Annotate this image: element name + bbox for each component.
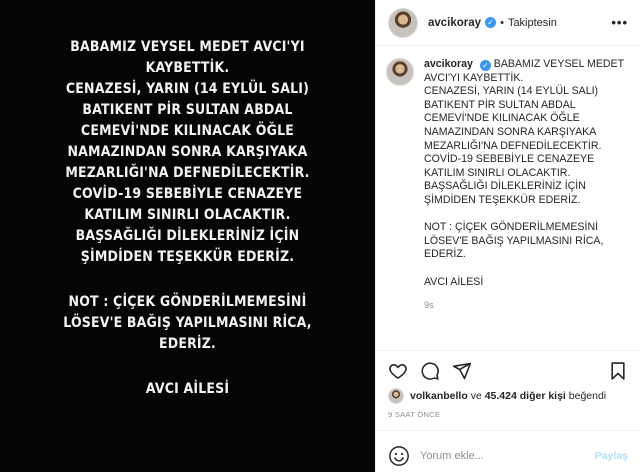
image-text-line: EDERİZ. bbox=[158, 335, 216, 352]
share-icon[interactable] bbox=[452, 361, 472, 381]
image-text-line: CEMEVİ'NDE KILINACAK ÖĞLE bbox=[80, 122, 295, 139]
caption-lines: AVCI'YI KAYBETTİK. CENAZESİ, YARIN (14 EY… bbox=[424, 72, 630, 290]
comment-input[interactable] bbox=[420, 450, 595, 462]
comment-icon[interactable] bbox=[420, 361, 440, 381]
caption: avcikoray ✓ BABAMIZ VEYSEL MEDET AVCI'YI… bbox=[376, 58, 640, 348]
image-text-line: COVİD-19 SEBEBİYLE CENAZEYE bbox=[72, 185, 303, 202]
post-image[interactable]: BABAMIZ VEYSEL MEDET AVCI'YI KAYBETTİK. CE… bbox=[0, 0, 375, 472]
image-text-line: LÖSEV'E BAĞIŞ YAPILMASINI RİCA, bbox=[63, 314, 312, 331]
caption-line: AVCI AİLESİ bbox=[424, 275, 484, 288]
divider bbox=[376, 350, 640, 351]
caption-line: AVCI'YI KAYBETTİK. bbox=[424, 71, 524, 84]
likes-suffix: beğendi bbox=[568, 390, 607, 402]
follow-status-button[interactable]: Takiptesin bbox=[508, 17, 557, 29]
likes-count[interactable]: 45.424 diğer kişi bbox=[485, 390, 566, 402]
caption-line: BATIKENT PİR SULTAN ABDAL bbox=[424, 98, 576, 111]
caption-line: LÖSEV'E BAĞIŞ YAPILMASINI RİCA, bbox=[424, 234, 604, 247]
image-text-line: AVCI AİLESİ bbox=[145, 380, 230, 397]
post-header: avcikoray ✓ • Takiptesin ••• bbox=[376, 0, 640, 46]
post-time-ago[interactable]: 9 SAAT ÖNCE bbox=[388, 410, 440, 419]
image-text-line: NAMAZINDAN SONRA KARŞIYAKA bbox=[67, 143, 308, 160]
caption-line: NAMAZINDAN SONRA KARŞIYAKA bbox=[424, 125, 597, 138]
image-text-line: BABAMIZ VEYSEL MEDET AVCI'YI bbox=[70, 38, 305, 55]
caption-first-text: BABAMIZ VEYSEL MEDET bbox=[493, 58, 625, 70]
image-text-line: CENAZESİ, YARIN (14 EYLÜL SALI) bbox=[65, 80, 310, 97]
post-side-panel: avcikoray ✓ • Takiptesin ••• avcikoray ✓… bbox=[375, 0, 640, 472]
emoji-icon[interactable] bbox=[388, 445, 410, 467]
caption-line: KATILIM SINIRLI OLACAKTIR. bbox=[424, 166, 571, 179]
heart-icon[interactable] bbox=[388, 361, 408, 381]
image-text-line: KAYBETTİK. bbox=[145, 59, 230, 76]
liker-avatar[interactable] bbox=[388, 388, 404, 404]
image-text-line: BAŞSAĞLIĞI DİLEKLERİNİZ İÇİN bbox=[75, 227, 300, 244]
likes-summary: volkanbello ve 45.424 diğer kişi beğendi bbox=[388, 388, 630, 404]
image-text-line: BATIKENT PİR SULTAN ABDAL bbox=[82, 101, 293, 118]
caption-username[interactable]: avcikoray bbox=[424, 58, 473, 70]
likes-connector: ve bbox=[470, 390, 482, 402]
caption-body: avcikoray ✓ BABAMIZ VEYSEL MEDET AVCI'YI… bbox=[424, 58, 630, 348]
caption-line: CEMEVİ'NDE KILINACAK ÖĞLE bbox=[424, 112, 580, 125]
caption-line: NOT : ÇİÇEK GÖNDERİLMEMESİNİ bbox=[424, 221, 599, 234]
image-text-line: MEZARLIĞI'NA DEFNEDİLECEKTİR. bbox=[65, 164, 310, 181]
liker-username[interactable]: volkanbello bbox=[410, 390, 468, 402]
post-comment-button[interactable]: Paylaş bbox=[595, 450, 628, 462]
caption-timestamp[interactable]: 9s bbox=[424, 299, 630, 313]
image-text-line: NOT : ÇİÇEK GÖNDERİLMEMESİNİ bbox=[68, 293, 307, 310]
caption-first-line: avcikoray ✓ BABAMIZ VEYSEL MEDET bbox=[424, 58, 630, 72]
caption-line: CENAZESİ, YARIN (14 EYLÜL SALI) bbox=[424, 85, 599, 98]
more-options-icon[interactable]: ••• bbox=[611, 15, 628, 30]
separator-dot: • bbox=[500, 16, 504, 29]
post-image-text: BABAMIZ VEYSEL MEDET AVCI'YI KAYBETTİK. CE… bbox=[63, 36, 311, 399]
image-text-line: ŞİMDİDEN TEŞEKKÜR EDERİZ. bbox=[80, 248, 295, 265]
caption-line: BAŞSAĞLIĞI DİLEKLERİNİZ İÇİN bbox=[424, 180, 586, 193]
image-text-line: KATILIM SINIRLI OLACAKTIR. bbox=[84, 206, 291, 223]
bookmark-icon[interactable] bbox=[608, 361, 628, 381]
caption-line: COVİD-19 SEBEBİYLE CENAZEYE bbox=[424, 153, 595, 166]
caption-avatar[interactable] bbox=[386, 58, 414, 86]
divider bbox=[376, 430, 640, 431]
caption-line: ŞİMDİDEN TEŞEKKÜR EDERİZ. bbox=[424, 193, 581, 206]
caption-line: EDERİZ. bbox=[424, 248, 466, 261]
verified-badge-icon: ✓ bbox=[479, 60, 491, 72]
avatar[interactable] bbox=[388, 7, 418, 38]
caption-line: MEZARLIĞI'NA DEFNEDİLECEKTİR. bbox=[424, 139, 602, 152]
verified-badge-icon: ✓ bbox=[485, 17, 497, 28]
comment-bar: Paylaş bbox=[376, 440, 640, 472]
header-username[interactable]: avcikoray bbox=[428, 17, 481, 29]
action-bar bbox=[376, 358, 640, 384]
